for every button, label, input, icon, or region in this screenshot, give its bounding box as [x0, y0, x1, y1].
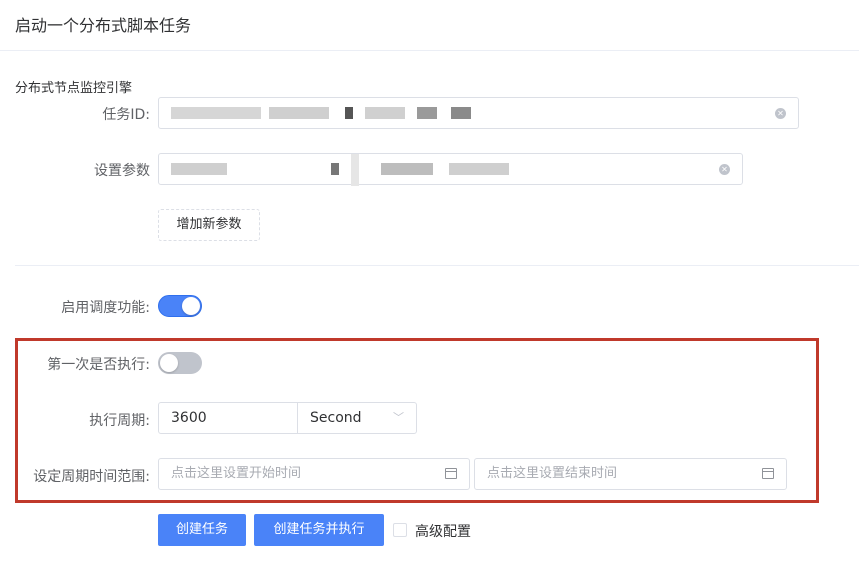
end-time-input[interactable]: 点击这里设置结束时间	[474, 458, 787, 490]
redacted-text	[171, 107, 261, 119]
header-divider	[0, 50, 859, 51]
redacted-text	[269, 107, 329, 119]
period-value: 3600	[171, 410, 207, 426]
redacted-text	[351, 154, 359, 186]
task-id-input[interactable]: ✕	[158, 97, 799, 129]
switch-knob	[182, 297, 200, 315]
enable-schedule-label: 启用调度功能:	[61, 300, 150, 316]
period-label: 执行周期:	[89, 413, 150, 429]
period-unit-select[interactable]: Second ﹀	[297, 402, 417, 434]
redacted-text	[449, 163, 509, 175]
advanced-config-label[interactable]: 高级配置	[415, 521, 471, 541]
first-run-switch[interactable]	[158, 352, 202, 374]
add-param-button[interactable]: 增加新参数	[158, 209, 260, 241]
redacted-text	[417, 107, 437, 119]
create-task-button[interactable]: 创建任务	[158, 514, 246, 546]
chevron-down-icon: ﹀	[393, 411, 404, 424]
params-label: 设置参数	[94, 163, 150, 179]
calendar-icon	[762, 468, 774, 479]
period-input[interactable]: 3600	[158, 402, 298, 434]
section-divider	[15, 265, 859, 266]
start-time-placeholder: 点击这里设置开始时间	[171, 466, 302, 481]
section-label: 分布式节点监控引擎	[15, 81, 133, 96]
end-time-placeholder: 点击这里设置结束时间	[487, 466, 618, 481]
clear-icon[interactable]: ✕	[719, 164, 730, 175]
create-and-run-button[interactable]: 创建任务并执行	[254, 514, 384, 546]
calendar-icon	[445, 468, 457, 479]
redacted-text	[451, 107, 471, 119]
enable-schedule-switch[interactable]	[158, 295, 202, 317]
first-run-label: 第一次是否执行:	[47, 357, 150, 373]
start-time-input[interactable]: 点击这里设置开始时间	[158, 458, 470, 490]
page-title: 启动一个分布式脚本任务	[15, 16, 192, 35]
redacted-text	[365, 107, 405, 119]
redacted-text	[541, 98, 559, 128]
redacted-text	[381, 163, 433, 175]
redacted-text	[331, 163, 339, 175]
switch-knob	[160, 354, 178, 372]
task-id-label: 任务ID:	[102, 107, 150, 123]
clear-icon[interactable]: ✕	[775, 108, 786, 119]
redacted-text	[345, 107, 353, 119]
params-input[interactable]: ✕	[158, 153, 743, 186]
advanced-config-checkbox[interactable]	[393, 523, 407, 537]
period-unit-value: Second	[310, 410, 362, 426]
redacted-text	[171, 163, 227, 175]
range-label: 设定周期时间范围:	[33, 469, 150, 485]
